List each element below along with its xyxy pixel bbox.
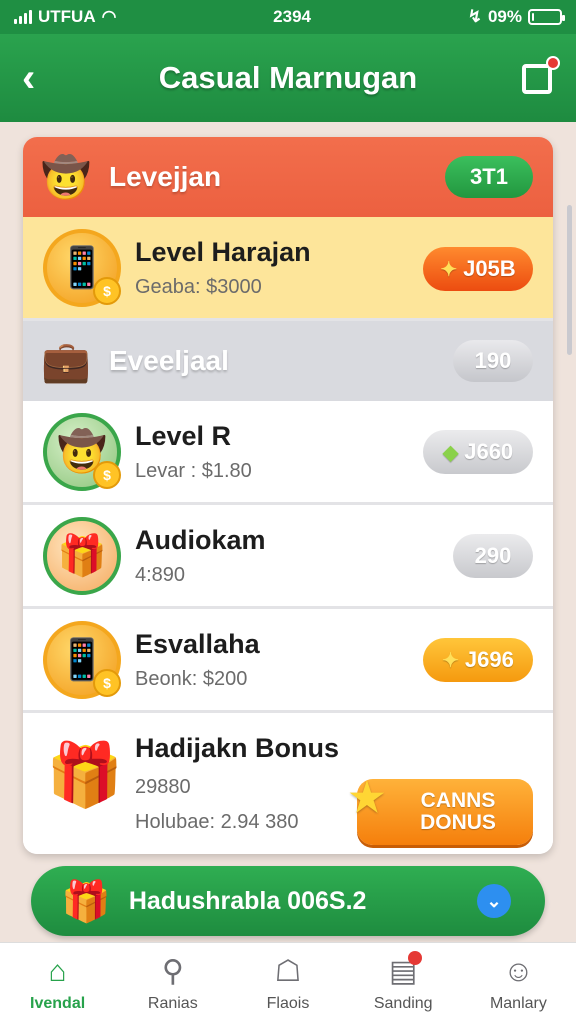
section-count-pill[interactable]: 190 <box>453 340 533 382</box>
item-name: Level R <box>135 420 232 451</box>
bonus-name: Hadijakn Bonus <box>135 733 340 763</box>
tab-label: Manlary <box>489 994 547 1012</box>
battery-fill <box>532 13 534 21</box>
app-header: ‹ Casual Marnugan <box>0 34 576 122</box>
tab-ivendal[interactable]: ⌂ Ivendal <box>0 943 115 1024</box>
tab-label: Ranias <box>147 994 198 1012</box>
item-name: Level Harajan <box>135 236 311 267</box>
section-header-levejjan: 🤠 Levejjan 3T1 <box>23 137 553 217</box>
gift-box-icon: 🎁 <box>46 740 124 810</box>
section-count-pill[interactable]: 3T1 <box>445 156 533 198</box>
tab-ranias[interactable]: ⚲ Ranias <box>115 943 230 1024</box>
item-subtitle: Beonk: $200 <box>135 667 248 690</box>
notification-dot <box>546 56 560 70</box>
search-icon: ⚲ <box>161 954 184 988</box>
section-title: Eveeljaal <box>109 345 229 376</box>
section-title: Levejjan <box>109 161 222 192</box>
item-subtitle: Levar : $1.80 <box>135 459 252 482</box>
cowboy-icon: 🤠 $ <box>43 412 121 491</box>
back-icon[interactable]: ‹ <box>22 58 35 98</box>
item-price-button[interactable]: ✦ J05B <box>423 247 533 291</box>
bonus-detail-value: 2.94 380 <box>220 811 299 833</box>
signal-icon <box>14 10 32 24</box>
claim-bonus-button[interactable]: ★ CANNS DONUS <box>349 778 533 845</box>
list-item[interactable]: 📱 $ Level Harajan Geaba: $3000 ✦ J05B <box>23 217 553 321</box>
notification-badge <box>407 951 422 965</box>
tab-sanding[interactable]: ▤ Sanding <box>346 943 461 1024</box>
item-subtitle: 4:890 <box>135 563 186 586</box>
tab-manlary[interactable]: ☺ Manlary <box>461 943 576 1024</box>
scrollbar[interactable] <box>567 205 572 355</box>
tablet-icon: 📱 $ <box>43 620 121 699</box>
coin-icon: $ <box>93 460 121 489</box>
page-title: Casual Marnugan <box>158 60 418 95</box>
list-item[interactable]: 🎁 Audiokam 4:890 290 <box>23 505 553 609</box>
carrier-label: UTFUA <box>38 7 96 26</box>
wifi-icon: ◠ <box>101 7 117 26</box>
house-icon: ☖ <box>274 954 302 988</box>
item-price-button[interactable]: ✦ J696 <box>423 638 533 682</box>
bonus-detail-label: Holubae: <box>135 811 221 833</box>
bonus-item[interactable]: 🎁 Hadijakn Bonus 29880 Holubae: 2.94 380… <box>23 713 553 854</box>
battery-percent: 09% <box>487 7 522 26</box>
chest-icon: 💼 <box>41 339 91 384</box>
diamond-icon: ✦ <box>442 649 459 672</box>
banner-text: Hadushrabla 006S.2 <box>128 886 367 915</box>
item-price-label: J660 <box>464 439 514 464</box>
gift-icon: 🎁 <box>61 879 111 924</box>
tab-label: Ivendal <box>30 994 86 1012</box>
share-icon[interactable] <box>522 56 560 94</box>
diamond-icon: ✦ <box>440 258 458 281</box>
level-list-card: 🤠 Levejjan 3T1 📱 $ Level Harajan Geaba: $… <box>23 137 553 854</box>
status-bar: UTFUA ◠ 2394 ↯ 09% <box>0 0 576 34</box>
list-item[interactable]: 📱 $ Esvallaha Beonk: $200 ✦ J696 <box>23 609 553 713</box>
star-icon: ★ <box>349 776 385 820</box>
item-price-label: J696 <box>464 647 514 672</box>
section-header-eveeljaal: 💼 Eveeljaal 190 <box>23 321 553 401</box>
tablet-icon: 📱 $ <box>43 228 121 307</box>
bonus-banner[interactable]: 🎁 Hadushrabla 006S.2 ⌄ <box>31 866 545 936</box>
tab-flaois[interactable]: ☖ Flaois <box>230 943 345 1024</box>
charging-icon: ↯ <box>467 7 482 26</box>
leaf-icon: ◆ <box>442 441 459 464</box>
item-name: Esvallaha <box>135 628 260 659</box>
bonus-subtitle: 29880 <box>135 776 191 798</box>
coin-icon: $ <box>93 668 121 697</box>
item-price-label: J05B <box>463 256 516 281</box>
chevron-down-icon[interactable]: ⌄ <box>477 884 511 918</box>
item-price-label: 290 <box>474 543 512 568</box>
item-subtitle: Geaba: $3000 <box>135 275 262 298</box>
tab-label: Flaois <box>266 994 310 1012</box>
battery-icon <box>528 9 565 25</box>
cowboy-icon: 🤠 <box>41 155 91 200</box>
list-item[interactable]: 🤠 $ Level R Levar : $1.80 ◆ J660 <box>23 401 553 505</box>
tab-label: Sanding <box>373 994 433 1012</box>
item-name: Audiokam <box>135 524 266 555</box>
profile-icon: ☺ <box>503 954 534 988</box>
gift-icon: 🎁 <box>43 516 121 595</box>
home-icon: ⌂ <box>48 954 67 988</box>
status-time: 2394 <box>273 7 311 26</box>
claim-bonus-label: CANNS DONUS <box>420 789 496 834</box>
item-price-button[interactable]: ◆ J660 <box>423 430 533 474</box>
bottom-tab-bar: ⌂ Ivendal ⚲ Ranias ☖ Flaois ▤ Sanding ☺ … <box>0 942 576 1024</box>
bonus-detail: Holubae: 2.94 380 <box>135 811 339 834</box>
coin-icon: $ <box>93 276 121 305</box>
item-price-button[interactable]: 290 <box>453 534 533 578</box>
